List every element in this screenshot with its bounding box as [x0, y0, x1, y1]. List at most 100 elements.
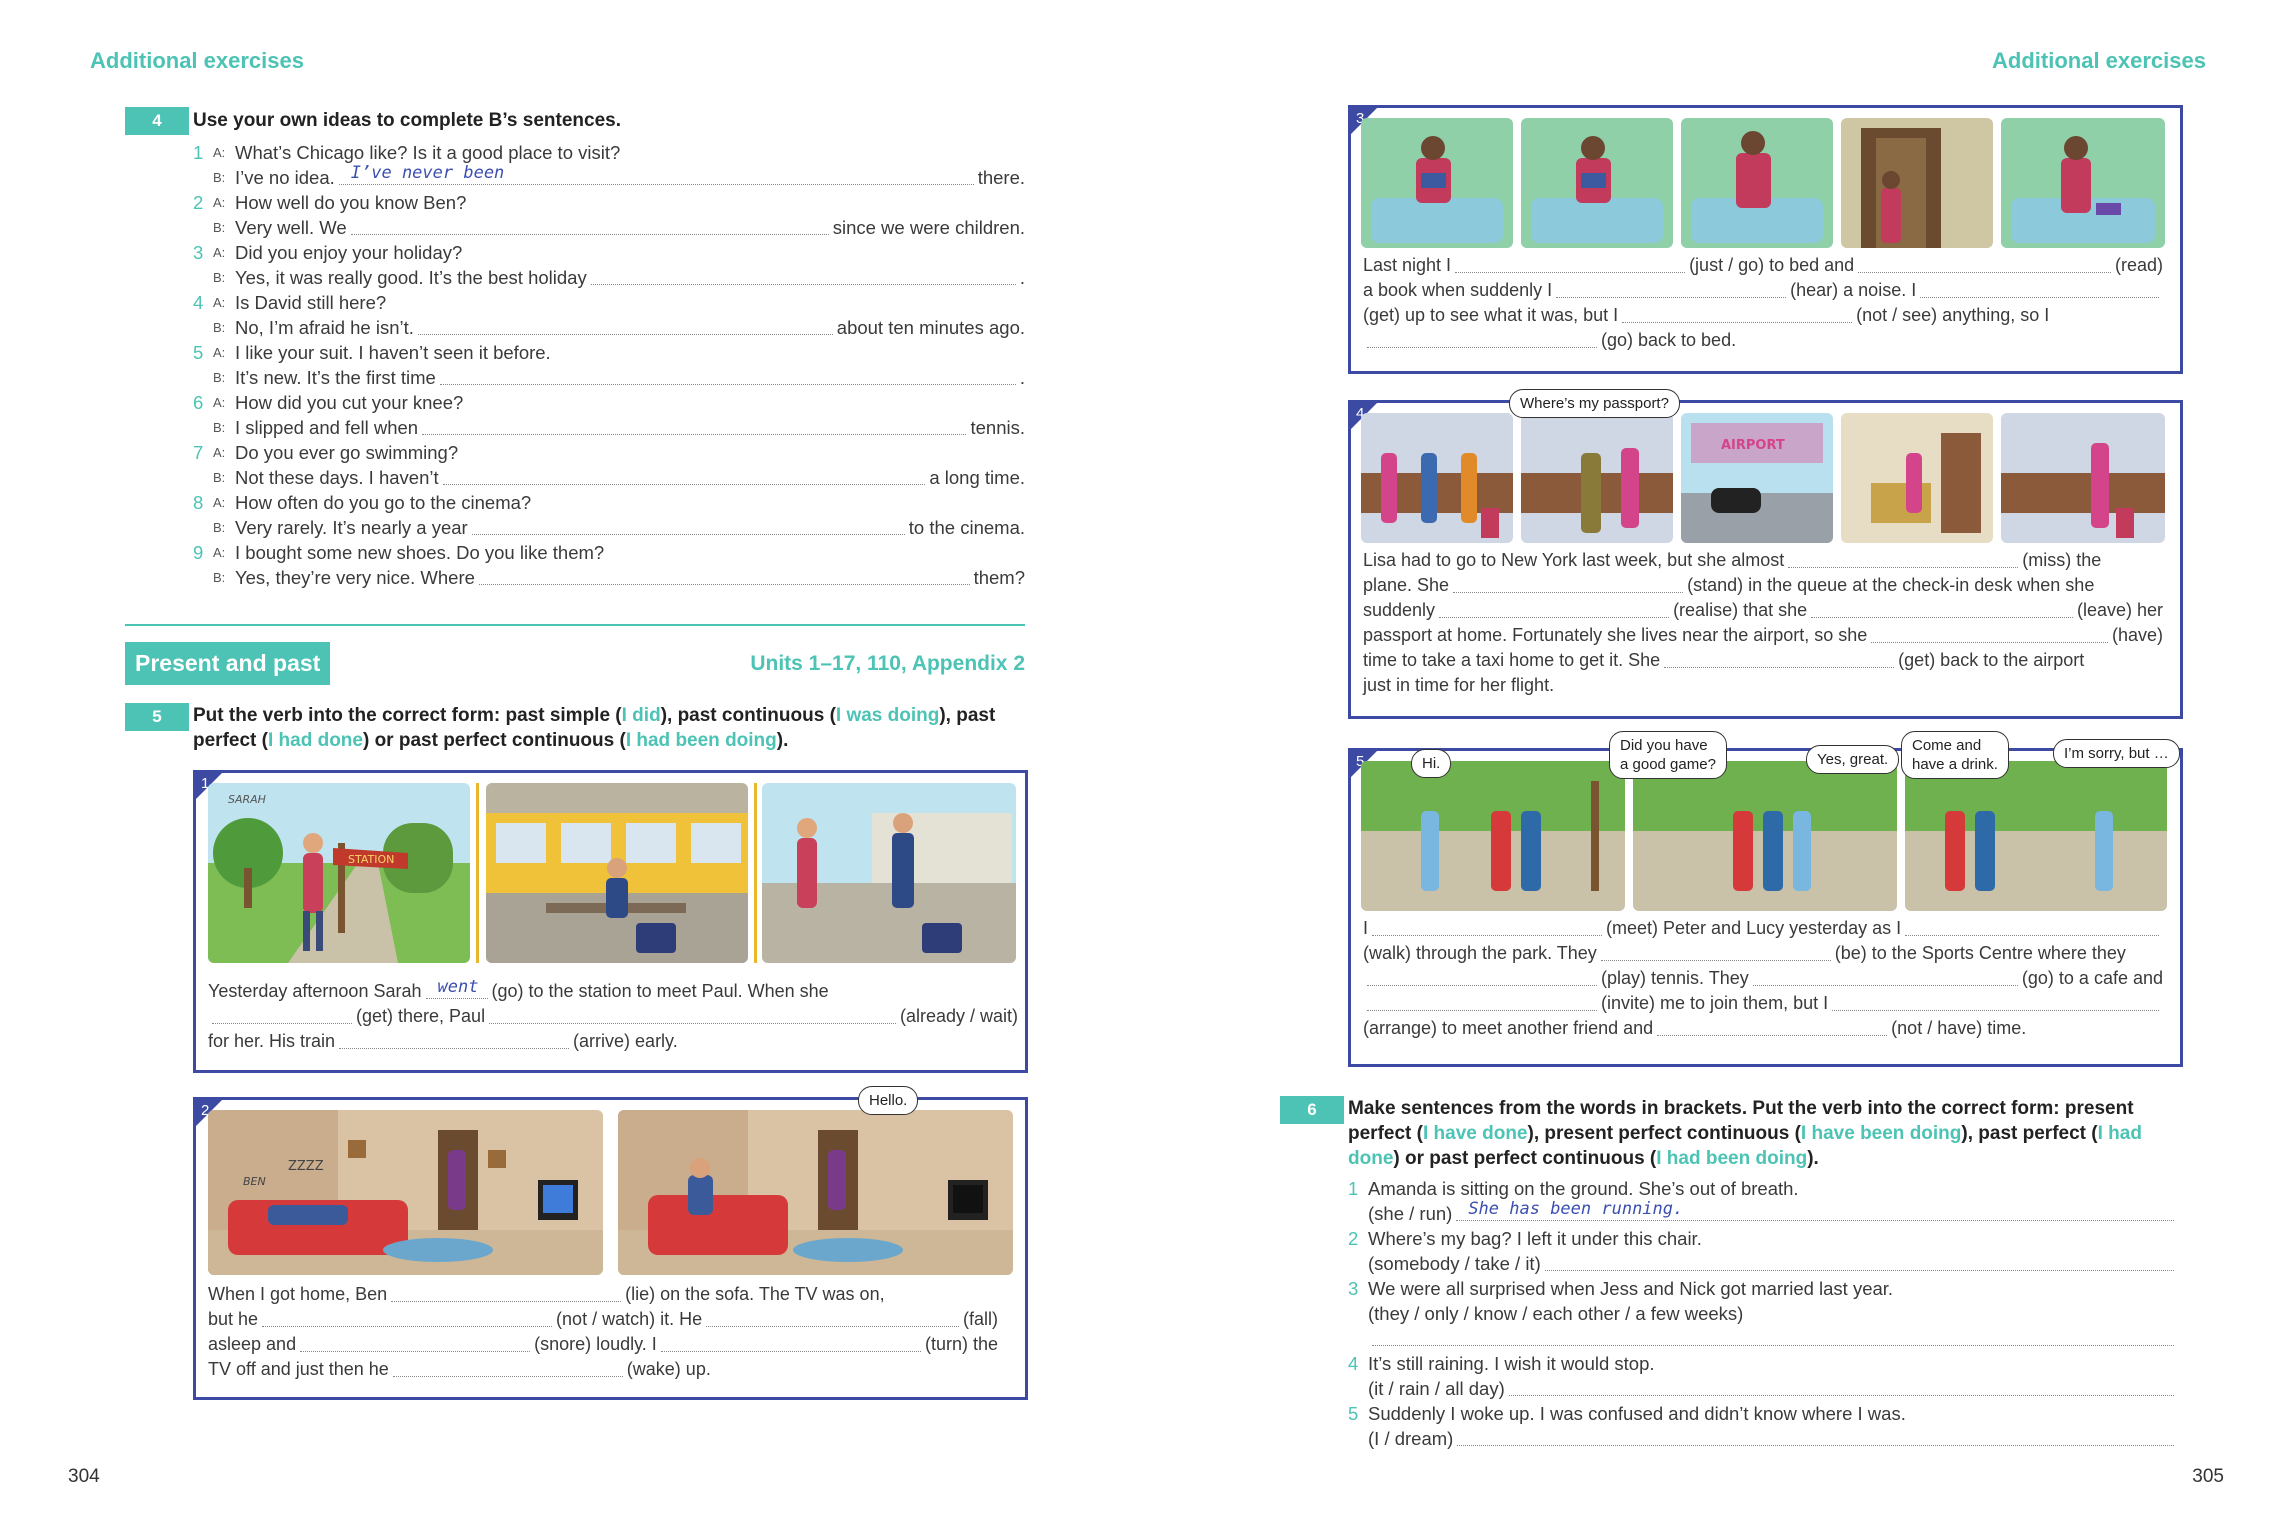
panel-3-text: Last night I (just / go) to bed and (read)… [1363, 255, 2163, 350]
panel-1-picture-sarah-walking: STATION SARAH [208, 783, 470, 963]
line-b-start: Very well. We [235, 217, 347, 238]
answer-blank[interactable] [1453, 592, 1684, 593]
answer-blank[interactable] [392, 1376, 623, 1377]
ex6-item: 1 Amanda is sitting on the ground. She’s … [1348, 1176, 2178, 1226]
speech-bubble-hello: Hello. [858, 1086, 919, 1115]
airport-sign-text: AIRPORT [1721, 438, 1785, 453]
answer-blank[interactable] [1858, 272, 2111, 273]
speaker-a: A: [213, 195, 226, 210]
answer-blank[interactable] [262, 1326, 553, 1327]
ex6-item: 2 Where’s my bag? I left it under this ch… [1348, 1226, 2178, 1276]
answer-blank[interactable] [439, 384, 1016, 385]
speaker-a: A: [213, 145, 226, 160]
answer-blank[interactable] [1622, 322, 1853, 323]
line-b-end: about ten minutes ago. [836, 317, 1025, 338]
answer-blank[interactable] [489, 1023, 896, 1024]
ex6-item: 5 Suddenly I woke up. I was confused and … [1348, 1401, 2178, 1451]
answer-blank[interactable] [1832, 1010, 2159, 1011]
exercise-5-instruction: Put the verb into the correct form: past… [193, 705, 996, 751]
answer-blank[interactable] [471, 534, 905, 535]
answer-blank[interactable] [1752, 985, 2018, 986]
answer-blank[interactable] [1367, 347, 1597, 348]
speaker-a: A: [213, 245, 226, 260]
speaker-b: B: [213, 370, 226, 385]
answer-blank[interactable] [478, 584, 970, 585]
answer-blank[interactable] [706, 1326, 959, 1327]
line-a: I bought some new shoes. Do you like the… [235, 542, 605, 563]
exercise-4-instruction: Use your own ideas to complete B’s sente… [193, 110, 621, 131]
speaker-b: B: [213, 470, 226, 485]
answer-blank[interactable] [590, 284, 1016, 285]
answer-blank[interactable] [1457, 1445, 2174, 1446]
item-number: 7 [193, 442, 204, 463]
handwritten-answer: I’ve never been [350, 163, 505, 183]
panel-1-picture-paul-waiting [486, 783, 748, 963]
panel-2: 2 BEN ZZZZ Hello. When I got home, Ben (… [193, 1086, 1028, 1400]
answer-blank[interactable] [1657, 1035, 1888, 1036]
answer-blank[interactable]: went [425, 977, 488, 999]
exercise-6-items: 1 Amanda is sitting on the ground. She’s … [1348, 1176, 2178, 1451]
speaker-a: A: [213, 395, 226, 410]
panel-2-text: When I got home, Ben (lie) on the sofa. T… [208, 1284, 998, 1379]
panel-3-picture-3 [1681, 118, 1833, 248]
answer-blank[interactable] [339, 1048, 570, 1049]
speaker-a: A: [213, 345, 226, 360]
answer-blank[interactable] [1508, 1395, 2174, 1396]
answer-blank[interactable]: She has been running. [1456, 1199, 2174, 1221]
answer-blank[interactable] [1600, 960, 1831, 961]
answer-blank[interactable] [212, 1023, 352, 1024]
answer-blank[interactable] [1372, 1345, 2174, 1346]
item-number: 6 [193, 392, 204, 413]
exercise-4-items: 1 A: What’s Chicago like? Is it a good pla… [193, 140, 1025, 590]
answer-blank[interactable] [1811, 617, 2073, 618]
speaker-b: B: [213, 320, 226, 335]
line-a: How well do you know Ben? [235, 192, 467, 213]
answer-blank[interactable] [1920, 297, 2159, 298]
answer-blank[interactable] [442, 484, 926, 485]
line-b-start: Very rarely. It’s nearly a year [235, 517, 468, 538]
line-b-start: Yes, they’re very nice. Where [235, 567, 475, 588]
speaker-b: B: [213, 420, 226, 435]
line-b-start: I’ve no idea. [235, 167, 335, 188]
section-units: Units 1–17, 110, Appendix 2 [750, 652, 1025, 675]
panel-5-picture-2 [1633, 761, 1897, 911]
panel-5: 5 Hi. Did you have a good game? Yes, grea… [1348, 731, 2183, 1067]
answer-blank[interactable] [1367, 985, 1597, 986]
answer-blank[interactable] [1556, 297, 1787, 298]
panel-1-text: Yesterday afternoon Sarah went (go) to the… [208, 977, 1018, 1054]
speech-bubble-passport: Where’s my passport? [1509, 389, 1680, 418]
answer-blank[interactable] [1871, 642, 2108, 643]
handwritten-answer: went [437, 977, 479, 997]
answer-blank[interactable]: I’ve never been [338, 163, 974, 185]
panel-3-picture-5 [2001, 118, 2165, 248]
panel-divider [754, 783, 757, 963]
line-b-end: there. [977, 167, 1025, 188]
answer-blank[interactable] [300, 1351, 531, 1352]
answer-blank[interactable] [350, 234, 829, 235]
answer-blank[interactable] [1372, 935, 1603, 936]
answer-blank[interactable] [1367, 1010, 1597, 1011]
answer-blank[interactable] [1788, 567, 2019, 568]
answer-blank[interactable] [1455, 272, 1686, 273]
speaker-a: A: [213, 545, 226, 560]
answer-blank[interactable] [391, 1301, 622, 1302]
speaker-a: A: [213, 445, 226, 460]
panel-2-picture-ben-sleeping: BEN ZZZZ [208, 1110, 603, 1275]
answer-blank[interactable] [1905, 935, 2159, 936]
panel-4-picture-5 [2001, 413, 2165, 543]
answer-blank[interactable] [417, 334, 833, 335]
answer-blank[interactable] [660, 1351, 921, 1352]
right-header: Additional exercises [1992, 48, 2206, 73]
panel-3: 3 Last night I (just / go) to bed and (rea… [1348, 105, 2183, 374]
line-a: Is David still here? [235, 292, 387, 313]
answer-blank[interactable] [1544, 1270, 2174, 1271]
answer-blank[interactable] [1664, 667, 1895, 668]
speech-bubble-drink: Come and have a drink. [1901, 731, 2009, 779]
panel-divider [476, 783, 479, 963]
answer-blank[interactable] [422, 434, 967, 435]
line-b-end: to the cinema. [908, 517, 1025, 538]
speech-bubble-yes-great: Yes, great. [1806, 745, 1900, 774]
panel-3-picture-2 [1521, 118, 1673, 248]
answer-blank[interactable] [1439, 617, 1670, 618]
section-divider [125, 624, 1025, 626]
